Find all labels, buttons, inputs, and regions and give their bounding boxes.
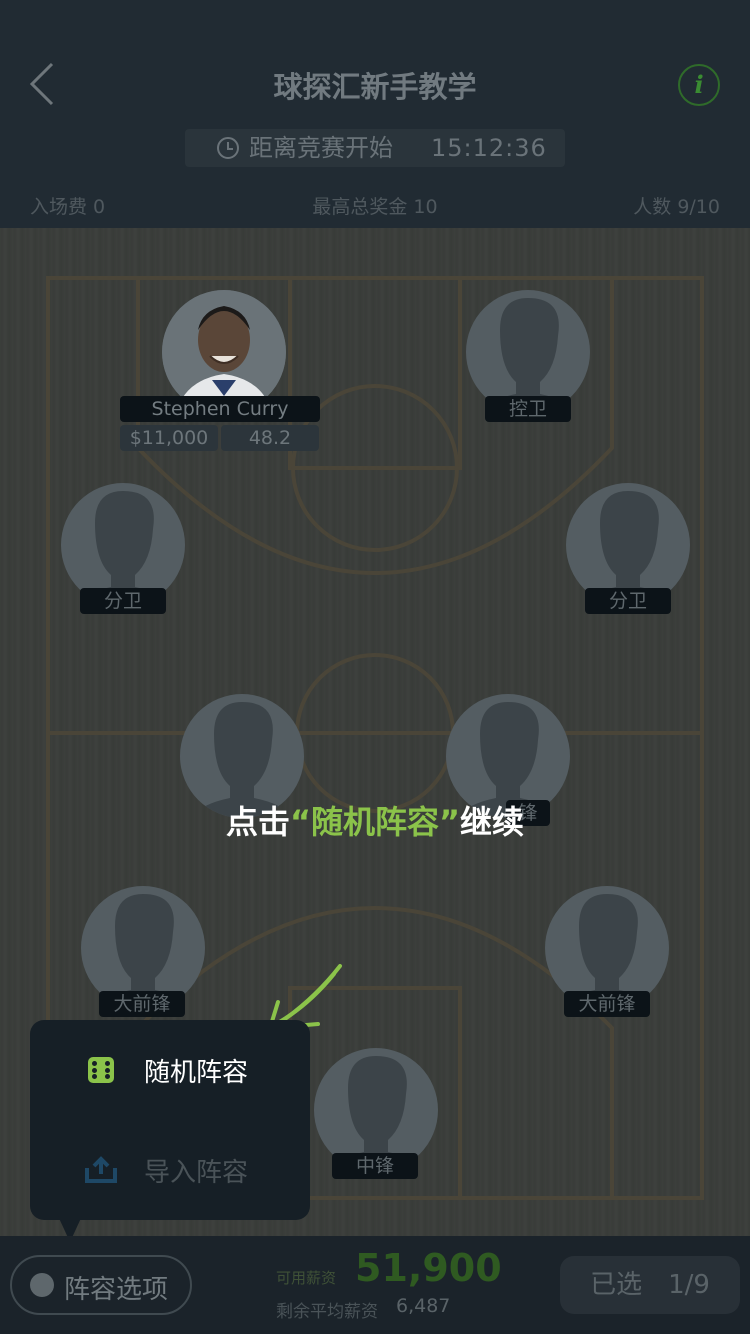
dice-icon xyxy=(88,1057,114,1083)
slot-tag-sg-left: 分卫 xyxy=(80,588,166,614)
available-salary-value: 51,900 xyxy=(355,1246,502,1290)
info-icon[interactable]: i xyxy=(678,64,720,106)
available-salary-label: 可用薪资 xyxy=(276,1269,337,1287)
player-score: 48.2 xyxy=(221,425,319,451)
instruction-prefix: 点击 xyxy=(225,803,290,841)
avg-salary-value: 6,487 xyxy=(396,1295,451,1317)
player-salary: $11,000 xyxy=(120,425,218,451)
avg-salary-label: 剩余平均薪资 xyxy=(276,1302,378,1322)
tutorial-instruction: 点击“随机阵容”继续 xyxy=(0,797,750,843)
selected-count-button[interactable]: 已选 1/9 xyxy=(560,1256,740,1314)
import-lineup-menu-item[interactable]: 导入阵容 xyxy=(30,1120,310,1220)
participants-count: 人数 9/10 xyxy=(633,196,720,218)
slot-tag-sg-right: 分卫 xyxy=(585,588,671,614)
countdown-label: 距离竞赛开始 xyxy=(249,134,393,162)
instruction-highlight: “随机阵容” xyxy=(289,803,461,841)
countdown-time: 15:12:36 xyxy=(431,134,547,162)
random-lineup-label: 随机阵容 xyxy=(144,1058,249,1088)
lineup-options-button[interactable]: 阵容选项 xyxy=(10,1255,192,1315)
import-lineup-label: 导入阵容 xyxy=(144,1158,249,1188)
slot-tag-pg: 控卫 xyxy=(485,396,571,422)
slot-tag-center: 中锋 xyxy=(332,1153,418,1179)
countdown-banner: 距离竞赛开始 15:12:36 xyxy=(185,129,565,167)
person-icon xyxy=(30,1273,54,1297)
player-name-tag: Stephen Curry xyxy=(120,396,320,422)
page-title: 球探汇新手教学 xyxy=(273,70,477,104)
clock-icon xyxy=(217,137,239,159)
slot-tag-pf-left: 大前锋 xyxy=(99,991,185,1017)
lineup-options-label: 阵容选项 xyxy=(64,1275,169,1305)
random-lineup-menu-item[interactable]: 随机阵容 xyxy=(30,1020,310,1120)
instruction-suffix: 继续 xyxy=(460,803,525,841)
upload-icon xyxy=(85,1156,117,1183)
slot-tag-pf-right: 大前锋 xyxy=(564,991,650,1017)
header: 球探汇新手教学 i 距离竞赛开始 15:12:36 入场费 0 最高总奖金 10… xyxy=(0,0,750,228)
